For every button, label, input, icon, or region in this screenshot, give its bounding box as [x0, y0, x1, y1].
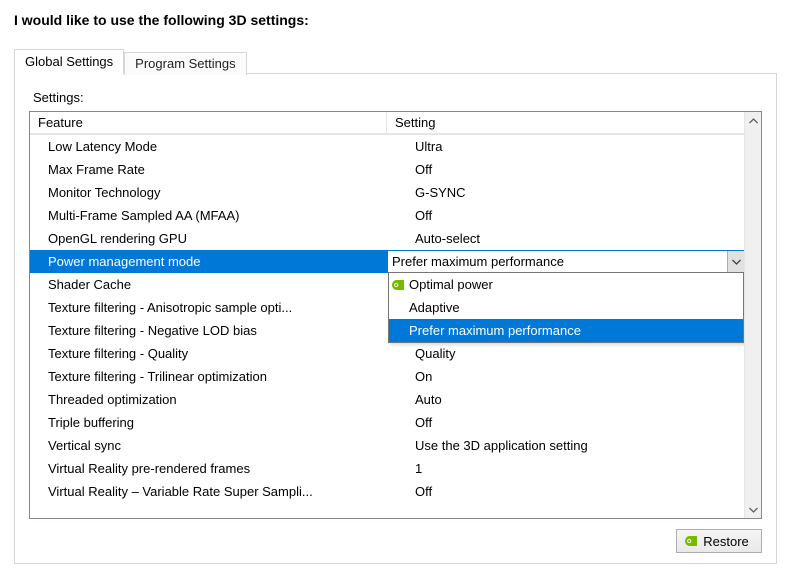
- feature-cell: Multi-Frame Sampled AA (MFAA): [30, 204, 387, 227]
- table-row[interactable]: OpenGL rendering GPUAuto-select: [30, 227, 744, 250]
- table-row[interactable]: Virtual Reality – Variable Rate Super Sa…: [30, 480, 744, 503]
- setting-cell[interactable]: Ultra: [387, 135, 744, 158]
- setting-cell[interactable]: Off: [387, 204, 744, 227]
- table-row[interactable]: Monitor TechnologyG-SYNC: [30, 181, 744, 204]
- combobox-value: Prefer maximum performance: [388, 254, 727, 269]
- table-row[interactable]: Texture filtering - QualityQuality: [30, 342, 744, 365]
- table-row[interactable]: Texture filtering - Trilinear optimizati…: [30, 365, 744, 388]
- combobox-dropdown-button[interactable]: [727, 251, 744, 272]
- settings-label: Settings:: [33, 90, 762, 105]
- table-row[interactable]: Triple bufferingOff: [30, 411, 744, 434]
- tab-global-settings[interactable]: Global Settings: [14, 49, 124, 74]
- table-header-row: Feature Setting: [30, 112, 744, 133]
- feature-cell: Texture filtering - Trilinear optimizati…: [30, 365, 387, 388]
- setting-cell[interactable]: On: [387, 365, 744, 388]
- table-row[interactable]: Low Latency ModeUltra: [30, 135, 744, 158]
- table-row[interactable]: Multi-Frame Sampled AA (MFAA)Off: [30, 204, 744, 227]
- feature-cell: Texture filtering - Anisotropic sample o…: [30, 296, 387, 319]
- dropdown-option-label: Optimal power: [409, 277, 493, 292]
- setting-cell[interactable]: Off: [387, 480, 744, 503]
- setting-cell[interactable]: Auto: [387, 388, 744, 411]
- setting-cell[interactable]: 1: [387, 457, 744, 480]
- setting-cell[interactable]: Use the 3D application setting: [387, 434, 744, 457]
- setting-cell[interactable]: Off: [387, 411, 744, 434]
- page-title: I would like to use the following 3D set…: [14, 12, 777, 28]
- restore-button-label: Restore: [703, 534, 749, 549]
- table-row[interactable]: Virtual Reality pre-rendered frames1: [30, 457, 744, 480]
- scroll-down-button[interactable]: [745, 501, 762, 518]
- dropdown-option-label: Adaptive: [409, 300, 460, 315]
- settings-panel: Settings: Feature Setting: [14, 73, 777, 564]
- power-mode-dropdown[interactable]: Optimal power Adaptive Prefer maximum perf…: [388, 272, 744, 343]
- column-header-setting-label: Setting: [395, 115, 435, 130]
- table-row[interactable]: Threaded optimizationAuto: [30, 388, 744, 411]
- setting-cell[interactable]: G-SYNC: [387, 181, 744, 204]
- tab-strip: Global Settings Program Settings: [14, 48, 777, 73]
- feature-cell: Texture filtering - Negative LOD bias: [30, 319, 387, 342]
- scroll-up-button[interactable]: [745, 112, 762, 129]
- column-header-feature-label: Feature: [38, 115, 83, 130]
- column-header-feature[interactable]: Feature: [30, 112, 387, 133]
- feature-cell: Threaded optimization: [30, 388, 387, 411]
- restore-button[interactable]: Restore: [676, 529, 762, 553]
- feature-cell: Monitor Technology: [30, 181, 387, 204]
- feature-cell: Max Frame Rate: [30, 158, 387, 181]
- dropdown-option[interactable]: Adaptive: [389, 296, 743, 319]
- table-row[interactable]: Power management modePrefer maximum perf…: [30, 250, 744, 273]
- feature-cell: Shader Cache: [30, 273, 387, 296]
- feature-cell: Vertical sync: [30, 434, 387, 457]
- settings-table: Feature Setting Low Latency ModeUltraMax…: [29, 111, 762, 519]
- tab-program-settings[interactable]: Program Settings: [124, 52, 246, 75]
- feature-cell: Virtual Reality pre-rendered frames: [30, 457, 387, 480]
- column-header-setting[interactable]: Setting: [387, 112, 744, 133]
- feature-cell: Virtual Reality – Variable Rate Super Sa…: [30, 480, 387, 503]
- feature-cell: Texture filtering - Quality: [30, 342, 387, 365]
- dropdown-option[interactable]: Prefer maximum performance: [389, 319, 743, 342]
- table-row[interactable]: Max Frame RateOff: [30, 158, 744, 181]
- dropdown-option-label: Prefer maximum performance: [409, 323, 581, 338]
- nvidia-logo-icon: [392, 280, 404, 290]
- feature-cell: Low Latency Mode: [30, 135, 387, 158]
- setting-cell[interactable]: Off: [387, 158, 744, 181]
- power-mode-combobox[interactable]: Prefer maximum performanceOptimal powerA…: [387, 250, 744, 273]
- feature-cell: Power management mode: [30, 250, 387, 273]
- setting-cell[interactable]: Quality: [387, 342, 744, 365]
- nvidia-logo-icon: [685, 536, 697, 546]
- vertical-scrollbar[interactable]: [744, 112, 761, 518]
- table-row[interactable]: Vertical syncUse the 3D application sett…: [30, 434, 744, 457]
- setting-cell[interactable]: Auto-select: [387, 227, 744, 250]
- dropdown-option[interactable]: Optimal power: [389, 273, 743, 296]
- setting-cell[interactable]: Prefer maximum performanceOptimal powerA…: [387, 250, 744, 273]
- feature-cell: Triple buffering: [30, 411, 387, 434]
- feature-cell: OpenGL rendering GPU: [30, 227, 387, 250]
- settings-grid: Feature Setting Low Latency ModeUltraMax…: [30, 112, 744, 503]
